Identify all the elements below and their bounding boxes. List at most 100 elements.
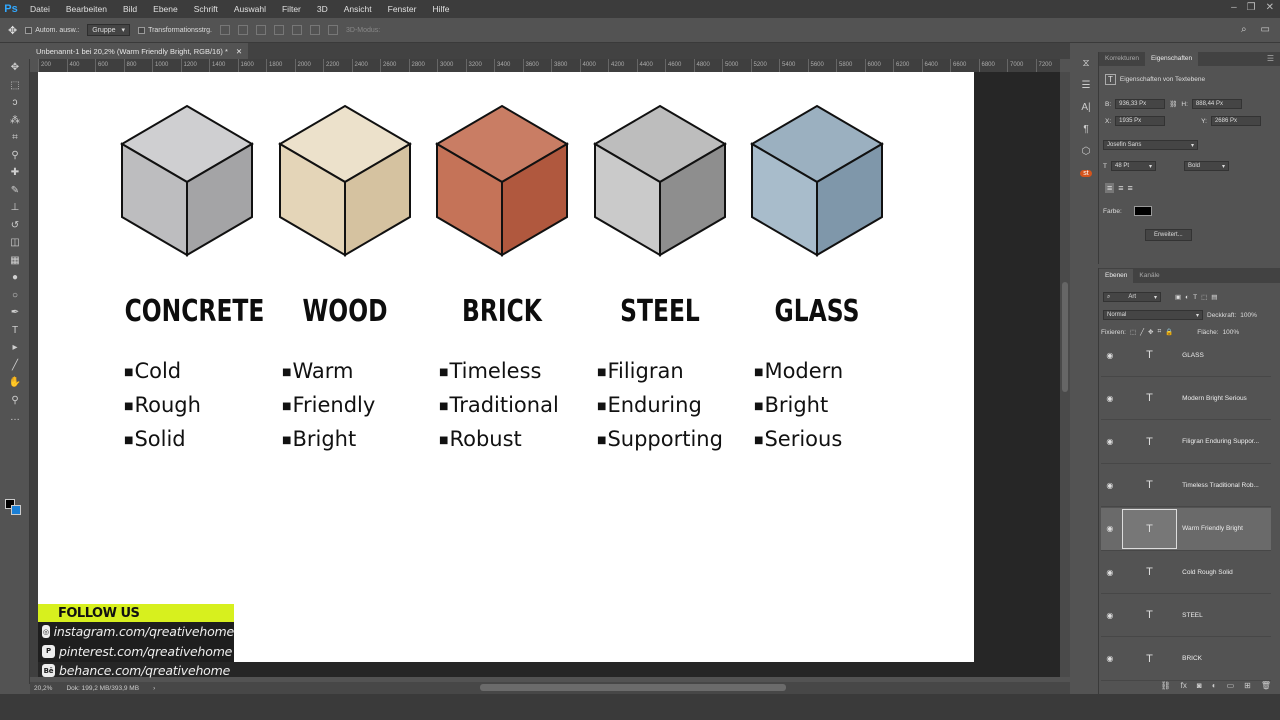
group-select[interactable]: Gruppe ▾: [87, 24, 131, 36]
eye-icon[interactable]: ◉: [1104, 654, 1116, 663]
layer-row[interactable]: ◉ T Timeless Traditional Rob...: [1101, 464, 1271, 508]
eye-icon[interactable]: ◉: [1104, 481, 1116, 490]
background-color[interactable]: [11, 505, 21, 515]
magic-wand-tool-icon[interactable]: ⁂: [0, 112, 30, 130]
tab-eigenschaften[interactable]: Eigenschaften: [1144, 52, 1199, 66]
layer-row[interactable]: ◉ T Modern Bright Serious: [1101, 377, 1271, 421]
document-tab[interactable]: Unbenannt-1 bei 20,2% (Warm Friendly Bri…: [30, 43, 249, 59]
tab-ebenen[interactable]: Ebenen: [1099, 268, 1134, 283]
menu-item-fenster[interactable]: Fenster: [380, 4, 425, 14]
align-top-icon[interactable]: [220, 25, 230, 35]
scroll-thumb[interactable]: [1062, 282, 1068, 392]
group-icon[interactable]: ▭: [1227, 681, 1235, 690]
align-hcenter-icon[interactable]: [292, 25, 302, 35]
eye-icon[interactable]: ◉: [1104, 611, 1116, 620]
layer-row[interactable]: ◉ T Cold Rough Solid: [1101, 551, 1271, 594]
vertical-scrollbar[interactable]: [1060, 72, 1070, 677]
menu-item-filter[interactable]: Filter: [274, 4, 309, 14]
fx-icon[interactable]: fx: [1181, 681, 1187, 690]
menu-item-3d[interactable]: 3D: [309, 4, 336, 14]
stamp-tool-icon[interactable]: ⊥: [0, 199, 30, 217]
pen-tool-icon[interactable]: ✒: [0, 304, 30, 322]
follow-link[interactable]: ◎ instagram.com/qreativehome: [38, 622, 234, 642]
maximize-icon[interactable]: ❐: [1247, 2, 1256, 13]
align-right-text-icon[interactable]: ≡: [1128, 183, 1133, 193]
layer-row[interactable]: ◉ T BRICK: [1101, 638, 1271, 681]
link-icon[interactable]: ⛓: [1169, 100, 1177, 108]
align-right-icon[interactable]: [310, 25, 320, 35]
height-field[interactable]: 888,44 Px: [1191, 99, 1242, 109]
align-center-text-icon[interactable]: ≡: [1118, 183, 1123, 193]
menu-item-bearbeiten[interactable]: Bearbeiten: [58, 4, 115, 14]
eye-icon[interactable]: ◉: [1104, 524, 1116, 533]
text-color-swatch[interactable]: [1133, 206, 1152, 216]
move-tool-icon[interactable]: ✥: [8, 24, 17, 37]
character-icon[interactable]: A|: [1073, 96, 1099, 118]
trash-icon[interactable]: 🗑: [1261, 681, 1271, 690]
blend-mode-select[interactable]: Normal ▾: [1103, 310, 1203, 320]
filter-shape-icon[interactable]: ⬚: [1201, 293, 1207, 301]
layer-row[interactable]: ◉ T Filigran Enduring Suppor...: [1101, 421, 1271, 464]
panel-menu-icon[interactable]: ☰: [1267, 54, 1274, 63]
document-canvas[interactable]: CONCRETE ■Cold ■Rough ■Solid WOOD ■Warm ■Frien…: [38, 72, 974, 662]
hand-tool-icon[interactable]: ✋: [0, 374, 30, 392]
healing-tool-icon[interactable]: ✚: [0, 164, 30, 182]
gradient-tool-icon[interactable]: ▦: [0, 252, 30, 270]
menu-item-bild[interactable]: Bild: [115, 4, 145, 14]
eye-icon[interactable]: ◉: [1104, 437, 1116, 446]
menu-item-hilfe[interactable]: Hilfe: [424, 4, 457, 14]
layer-row[interactable]: ◉ T STEEL: [1101, 594, 1271, 638]
font-weight-select[interactable]: Bold ▾: [1183, 161, 1229, 171]
3d-icon[interactable]: ⬡: [1073, 140, 1099, 162]
status-arrow-icon[interactable]: ›: [153, 685, 155, 692]
adjustment-icon[interactable]: ◐: [1212, 681, 1217, 690]
filter-pixel-icon[interactable]: ▣: [1175, 293, 1181, 301]
menu-item-datei[interactable]: Datei: [22, 4, 58, 14]
workspace-icon[interactable]: ▭: [1261, 24, 1270, 35]
menu-item-auswahl[interactable]: Auswahl: [226, 4, 274, 14]
eye-icon[interactable]: ◉: [1104, 568, 1116, 577]
font-family-select[interactable]: Josefin Sans ▾: [1103, 140, 1198, 150]
filter-adjust-icon[interactable]: ◐: [1185, 294, 1189, 301]
dodge-tool-icon[interactable]: ○: [0, 287, 30, 305]
opacity-value[interactable]: 100%: [1240, 312, 1257, 319]
x-field[interactable]: 1935 Px: [1115, 116, 1166, 126]
zoom-tool-icon[interactable]: ⚲: [0, 392, 30, 410]
tab-korrekturen[interactable]: Korrekturen: [1099, 52, 1145, 66]
close-tab-icon[interactable]: ✕: [236, 47, 242, 56]
align-bottom-icon[interactable]: [256, 25, 266, 35]
history-icon[interactable]: ⧖: [1073, 52, 1099, 74]
tab-kanäle[interactable]: Kanäle: [1133, 269, 1165, 283]
align-vcenter-icon[interactable]: [238, 25, 248, 35]
layer-row[interactable]: ◉ T GLASS: [1101, 334, 1271, 377]
stock-icon[interactable]: st: [1073, 162, 1099, 184]
path-selection-icon[interactable]: ▸: [0, 339, 30, 357]
link-layers-icon[interactable]: ⛓: [1161, 681, 1171, 690]
blur-tool-icon[interactable]: ●: [0, 269, 30, 287]
filter-smart-icon[interactable]: ▤: [1211, 293, 1217, 301]
distribute-icon[interactable]: [328, 25, 338, 35]
eye-icon[interactable]: ◉: [1104, 394, 1116, 403]
layer-row[interactable]: ◉ T Warm Friendly Bright: [1101, 507, 1271, 551]
mask-icon[interactable]: ◙: [1197, 681, 1202, 690]
menu-item-schrift[interactable]: Schrift: [186, 4, 226, 14]
transform-controls-checkbox[interactable]: Transformationsstrg.: [138, 26, 212, 34]
lasso-tool-icon[interactable]: ↄ: [0, 94, 30, 112]
advanced-button[interactable]: Erweitert...: [1145, 229, 1192, 241]
paragraph-icon[interactable]: ¶: [1073, 118, 1099, 140]
eraser-tool-icon[interactable]: ◫: [0, 234, 30, 252]
shape-tool-icon[interactable]: ╱: [0, 357, 30, 375]
layer-filter-select[interactable]: ⌕ Art ▾: [1103, 292, 1161, 302]
auto-select-checkbox[interactable]: Autom. ausw.:: [25, 26, 79, 34]
menu-item-ebene[interactable]: Ebene: [145, 4, 186, 14]
type-tool-icon[interactable]: T: [0, 322, 30, 340]
minimize-icon[interactable]: –: [1231, 2, 1237, 13]
eyedropper-tool-icon[interactable]: ⚲: [0, 147, 30, 165]
more-tools-icon[interactable]: …: [0, 409, 30, 427]
horizontal-scrollbar[interactable]: [480, 684, 786, 691]
eye-icon[interactable]: ◉: [1104, 351, 1116, 360]
history-brush-icon[interactable]: ↺: [0, 217, 30, 235]
menu-item-ansicht[interactable]: Ansicht: [336, 4, 380, 14]
follow-link[interactable]: Ppinterest.com/qreativehome: [38, 642, 234, 662]
align-left-icon[interactable]: [274, 25, 284, 35]
